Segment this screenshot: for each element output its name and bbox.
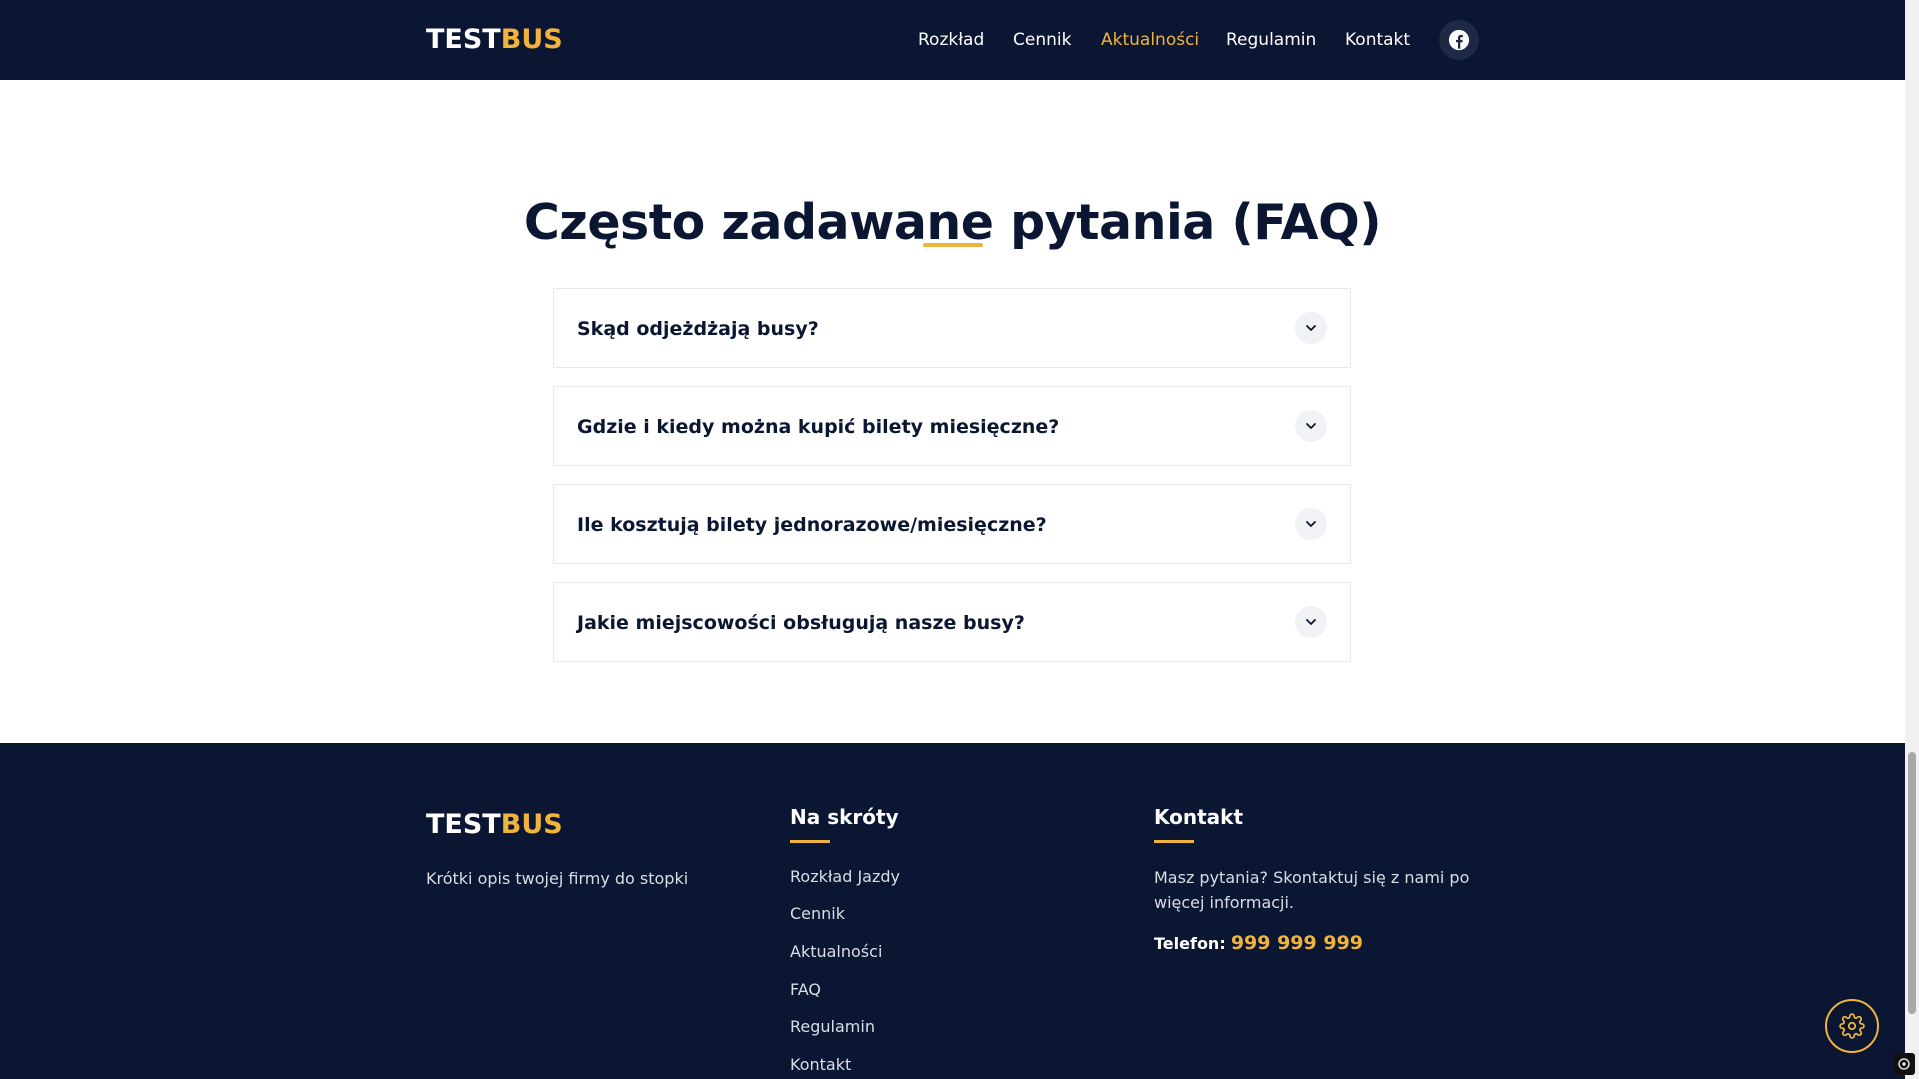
nav-item-rozklad[interactable]: Rozkład (918, 28, 984, 52)
footer-shortcuts-heading: Na skróty (790, 805, 899, 829)
footer-link-rozklad-jazdy[interactable]: Rozkład Jazdy (790, 865, 900, 889)
accessibility-icon[interactable] (1893, 1053, 1915, 1075)
page: TESTBUS Rozkład Cennik Aktualności Regul… (0, 0, 1905, 1079)
faq-question: Ile kosztują bilety jednorazowe/miesięcz… (577, 514, 1047, 536)
faq-toggle[interactable] (1295, 508, 1327, 540)
footer-logo-main: TEST (426, 809, 501, 840)
footer-logo-accent: BUS (500, 809, 563, 840)
scrollbar-thumb[interactable] (1908, 752, 1916, 1014)
nav-item-kontakt[interactable]: Kontakt (1345, 28, 1410, 52)
faq-question: Jakie miejscowości obsługują nasze busy? (577, 612, 1025, 634)
logo-accent: BUS (500, 24, 563, 55)
phone-label: Telefon: (1154, 934, 1226, 953)
circle-icon (1898, 1058, 1910, 1070)
nav-item-aktualnosci[interactable]: Aktualności (1101, 28, 1199, 52)
gear-icon (1839, 1013, 1865, 1039)
footer-shortcuts-underline (790, 840, 830, 843)
faq-item[interactable]: Gdzie i kiedy można kupić bilety miesięc… (553, 386, 1351, 466)
title-underline (923, 243, 983, 247)
faq-item[interactable]: Skąd odjeżdżają busy? (553, 288, 1351, 368)
logo-main: TEST (426, 24, 501, 55)
phone-number-link[interactable]: 999 999 999 (1231, 932, 1363, 954)
site-footer: TESTBUS Krótki opis twojej firmy do stop… (0, 743, 1905, 1079)
footer-contact-underline (1154, 840, 1194, 843)
facebook-button[interactable] (1439, 20, 1479, 60)
footer-contact-text: Masz pytania? Skontaktuj się z nami po w… (1154, 868, 1470, 912)
faq-item[interactable]: Jakie miejscowości obsługują nasze busy? (553, 582, 1351, 662)
nav-item-regulamin[interactable]: Regulamin (1226, 28, 1316, 52)
footer-link-aktualnosci[interactable]: Aktualności (790, 940, 882, 964)
footer-logo[interactable]: TESTBUS (426, 809, 563, 841)
logo[interactable]: TESTBUS (426, 24, 563, 56)
footer-link-faq[interactable]: FAQ (790, 978, 821, 1002)
footer-link-kontakt[interactable]: Kontakt (790, 1053, 851, 1077)
footer-link-regulamin[interactable]: Regulamin (790, 1015, 875, 1039)
faq-question: Gdzie i kiedy można kupić bilety miesięc… (577, 416, 1060, 438)
faq-question: Skąd odjeżdżają busy? (577, 318, 819, 340)
chevron-down-icon (1306, 423, 1316, 429)
chevron-down-icon (1306, 325, 1316, 331)
nav-item-cennik[interactable]: Cennik (1013, 28, 1071, 52)
faq-toggle[interactable] (1295, 606, 1327, 638)
faq-toggle[interactable] (1295, 312, 1327, 344)
scrollbar[interactable] (1905, 0, 1919, 1079)
faq-toggle[interactable] (1295, 410, 1327, 442)
site-header: TESTBUS Rozkład Cennik Aktualności Regul… (0, 0, 1905, 80)
settings-button[interactable] (1825, 999, 1879, 1053)
footer-link-cennik[interactable]: Cennik (790, 902, 845, 926)
footer-description: Krótki opis twojej firmy do stopki (426, 869, 689, 888)
facebook-icon (1448, 29, 1470, 51)
footer-phone: Telefon: 999 999 999 (1154, 930, 1363, 957)
chevron-down-icon (1306, 521, 1316, 527)
chevron-down-icon (1306, 619, 1316, 625)
faq-item[interactable]: Ile kosztują bilety jednorazowe/miesięcz… (553, 484, 1351, 564)
footer-contact-heading: Kontakt (1154, 805, 1244, 829)
